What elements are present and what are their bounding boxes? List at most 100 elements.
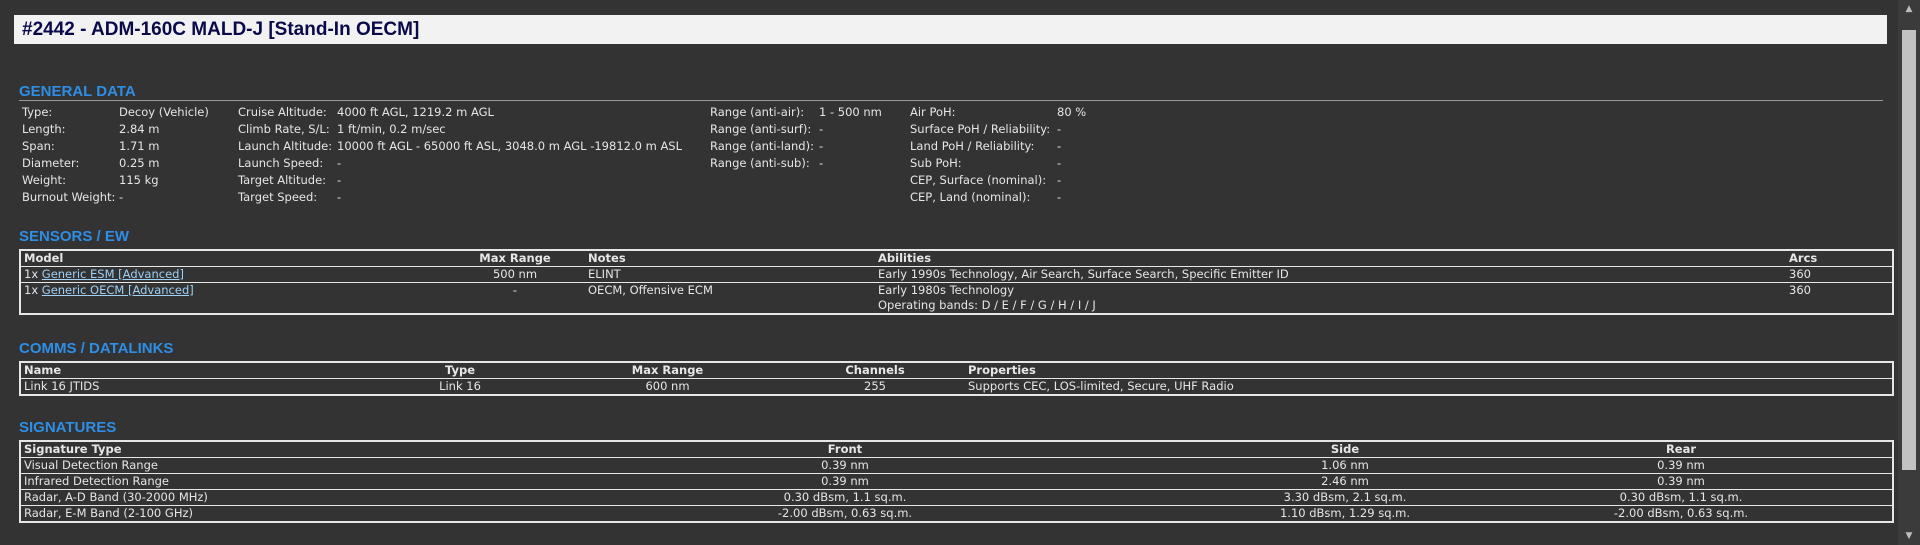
field-value: - xyxy=(337,190,342,204)
field-label: Span: xyxy=(22,139,55,153)
field-label: Range (anti-land): xyxy=(710,139,814,153)
sensors-table: Model Max Range Notes Abilities Arcs 1x … xyxy=(19,249,1894,315)
field-value: 0.25 m xyxy=(119,156,160,170)
field-value: 1 ft/min, 0.2 m/sec xyxy=(337,122,446,136)
field-value: 115 kg xyxy=(119,173,159,187)
field-label: Target Altitude: xyxy=(238,173,327,187)
comms-range: 600 nm xyxy=(550,378,785,395)
field-value: - xyxy=(1057,122,1062,136)
column-header: Type xyxy=(370,361,550,379)
sensor-arcs: 360 xyxy=(1786,282,1893,314)
field-label: Air PoH: xyxy=(910,105,956,119)
table-row: 1x Generic ESM [Advanced] 500 nm ELINT E… xyxy=(20,266,1893,283)
signature-rear: 0.30 dBsm, 1.1 sq.m. xyxy=(1470,489,1893,506)
field-value: - xyxy=(337,173,342,187)
signature-type: Infrared Detection Range xyxy=(20,473,470,490)
field-label: CEP, Land (nominal): xyxy=(910,190,1031,204)
field-value: 2.84 m xyxy=(119,122,160,136)
scroll-up-icon[interactable]: ▲ xyxy=(1898,0,1920,18)
field-value: - xyxy=(1057,156,1062,170)
comms-channels: 255 xyxy=(785,378,965,395)
table-row: Infrared Detection Range 0.39 nm 2.46 nm… xyxy=(20,473,1893,490)
column-header: Arcs xyxy=(1786,249,1893,267)
sensor-link-esm[interactable]: Generic ESM [Advanced] xyxy=(42,268,184,282)
signature-rear: -2.00 dBsm, 0.63 sq.m. xyxy=(1470,505,1893,522)
column-header: Max Range xyxy=(445,249,585,267)
field-value: 80 % xyxy=(1057,105,1087,119)
column-header: Channels xyxy=(785,361,965,379)
field-label: Land PoH / Reliability: xyxy=(910,139,1035,153)
sensor-link-oecm[interactable]: Generic OECM [Advanced] xyxy=(42,283,194,297)
signatures-heading: SIGNATURES xyxy=(19,419,117,436)
scroll-down-icon[interactable]: ▼ xyxy=(1898,527,1920,545)
table-row: Link 16 JTIDS Link 16 600 nm 255 Support… xyxy=(20,378,1893,395)
field-value: - xyxy=(337,156,342,170)
sensors-heading: SENSORS / EW xyxy=(19,228,130,245)
sensor-notes: ELINT xyxy=(585,266,875,283)
field-label: CEP, Surface (nominal): xyxy=(910,173,1047,187)
general-col-ranges: Range (anti-air): 1 - 500 nm Range (anti-… xyxy=(710,104,882,172)
field-label: Climb Rate, S/L: xyxy=(238,122,330,136)
signature-side: 1.06 nm xyxy=(1220,457,1470,474)
field-value: 1.71 m xyxy=(119,139,160,153)
field-value: - xyxy=(819,122,824,136)
column-header: Max Range xyxy=(550,361,785,379)
column-header: Front xyxy=(470,440,1220,458)
field-value: 10000 ft AGL - 65000 ft ASL, 3048.0 m AG… xyxy=(337,139,683,153)
column-header: Notes xyxy=(585,249,875,267)
signature-rear: 0.39 nm xyxy=(1470,473,1893,490)
column-header: Model xyxy=(20,249,445,267)
field-label: Launch Altitude: xyxy=(238,139,333,153)
signature-side: 3.30 dBsm, 2.1 sq.m. xyxy=(1220,489,1470,506)
comms-name: Link 16 JTIDS xyxy=(20,378,370,395)
signatures-table: Signature Type Front Side Rear Visual De… xyxy=(19,440,1894,523)
signature-type: Radar, A-D Band (30-2000 MHz) xyxy=(20,489,470,506)
comms-table: Name Type Max Range Channels Properties … xyxy=(19,361,1894,396)
table-header-row: Signature Type Front Side Rear xyxy=(20,440,1893,458)
database-viewer: #2442 - ADM-160C MALD-J [Stand-In OECM] … xyxy=(0,0,1898,545)
ability-line: Operating bands: D / E / F / G / H / I /… xyxy=(878,298,1096,312)
field-label: Range (anti-surf): xyxy=(710,122,812,136)
sensor-model-cell: 1x Generic OECM [Advanced] xyxy=(20,282,445,314)
scrollbar-thumb[interactable] xyxy=(1902,30,1916,470)
sensor-model-cell: 1x Generic ESM [Advanced] xyxy=(20,266,445,283)
table-header-row: Model Max Range Notes Abilities Arcs xyxy=(20,249,1893,267)
column-header: Side xyxy=(1220,440,1470,458)
vertical-scrollbar[interactable]: ▲ ▼ xyxy=(1898,0,1920,545)
field-label: Length: xyxy=(22,122,66,136)
table-header-row: Name Type Max Range Channels Properties xyxy=(20,361,1893,379)
section-divider xyxy=(19,100,1883,101)
sensor-abilities: Early 1980s Technology Operating bands: … xyxy=(875,282,1786,314)
field-value: - xyxy=(819,156,824,170)
comms-heading: COMMS / DATALINKS xyxy=(19,340,174,357)
field-value: - xyxy=(1057,190,1062,204)
signature-front: -2.00 dBsm, 0.63 sq.m. xyxy=(470,505,1220,522)
field-label: Weight: xyxy=(22,173,66,187)
field-label: Target Speed: xyxy=(238,190,318,204)
field-value: - xyxy=(119,190,124,204)
table-row: Visual Detection Range 0.39 nm 1.06 nm 0… xyxy=(20,457,1893,474)
general-data-heading: GENERAL DATA xyxy=(19,83,136,100)
table-row: 1x Generic OECM [Advanced] - OECM, Offen… xyxy=(20,282,1893,314)
signature-type: Visual Detection Range xyxy=(20,457,470,474)
sensor-range: - xyxy=(445,282,585,314)
column-header: Abilities xyxy=(875,249,1786,267)
field-label: Type: xyxy=(22,105,53,119)
comms-type: Link 16 xyxy=(370,378,550,395)
sensor-abilities: Early 1990s Technology, Air Search, Surf… xyxy=(875,266,1786,283)
table-row: Radar, A-D Band (30-2000 MHz) 0.30 dBsm,… xyxy=(20,489,1893,506)
column-header: Properties xyxy=(965,361,1893,379)
field-label: Range (anti-air): xyxy=(710,105,805,119)
sensor-arcs: 360 xyxy=(1786,266,1893,283)
field-label: Sub PoH: xyxy=(910,156,962,170)
field-value: Decoy (Vehicle) xyxy=(119,105,209,119)
field-value: 4000 ft AGL, 1219.2 m AGL xyxy=(337,105,494,119)
sensor-qty: 1x xyxy=(24,267,39,282)
signature-type: Radar, E-M Band (2-100 GHz) xyxy=(20,505,470,522)
sensor-qty: 1x xyxy=(24,283,39,297)
field-label: Diameter: xyxy=(22,156,80,170)
field-value: - xyxy=(1057,139,1062,153)
signature-front: 0.30 dBsm, 1.1 sq.m. xyxy=(470,489,1220,506)
signature-front: 0.39 nm xyxy=(470,473,1220,490)
field-label: Range (anti-sub): xyxy=(710,156,810,170)
